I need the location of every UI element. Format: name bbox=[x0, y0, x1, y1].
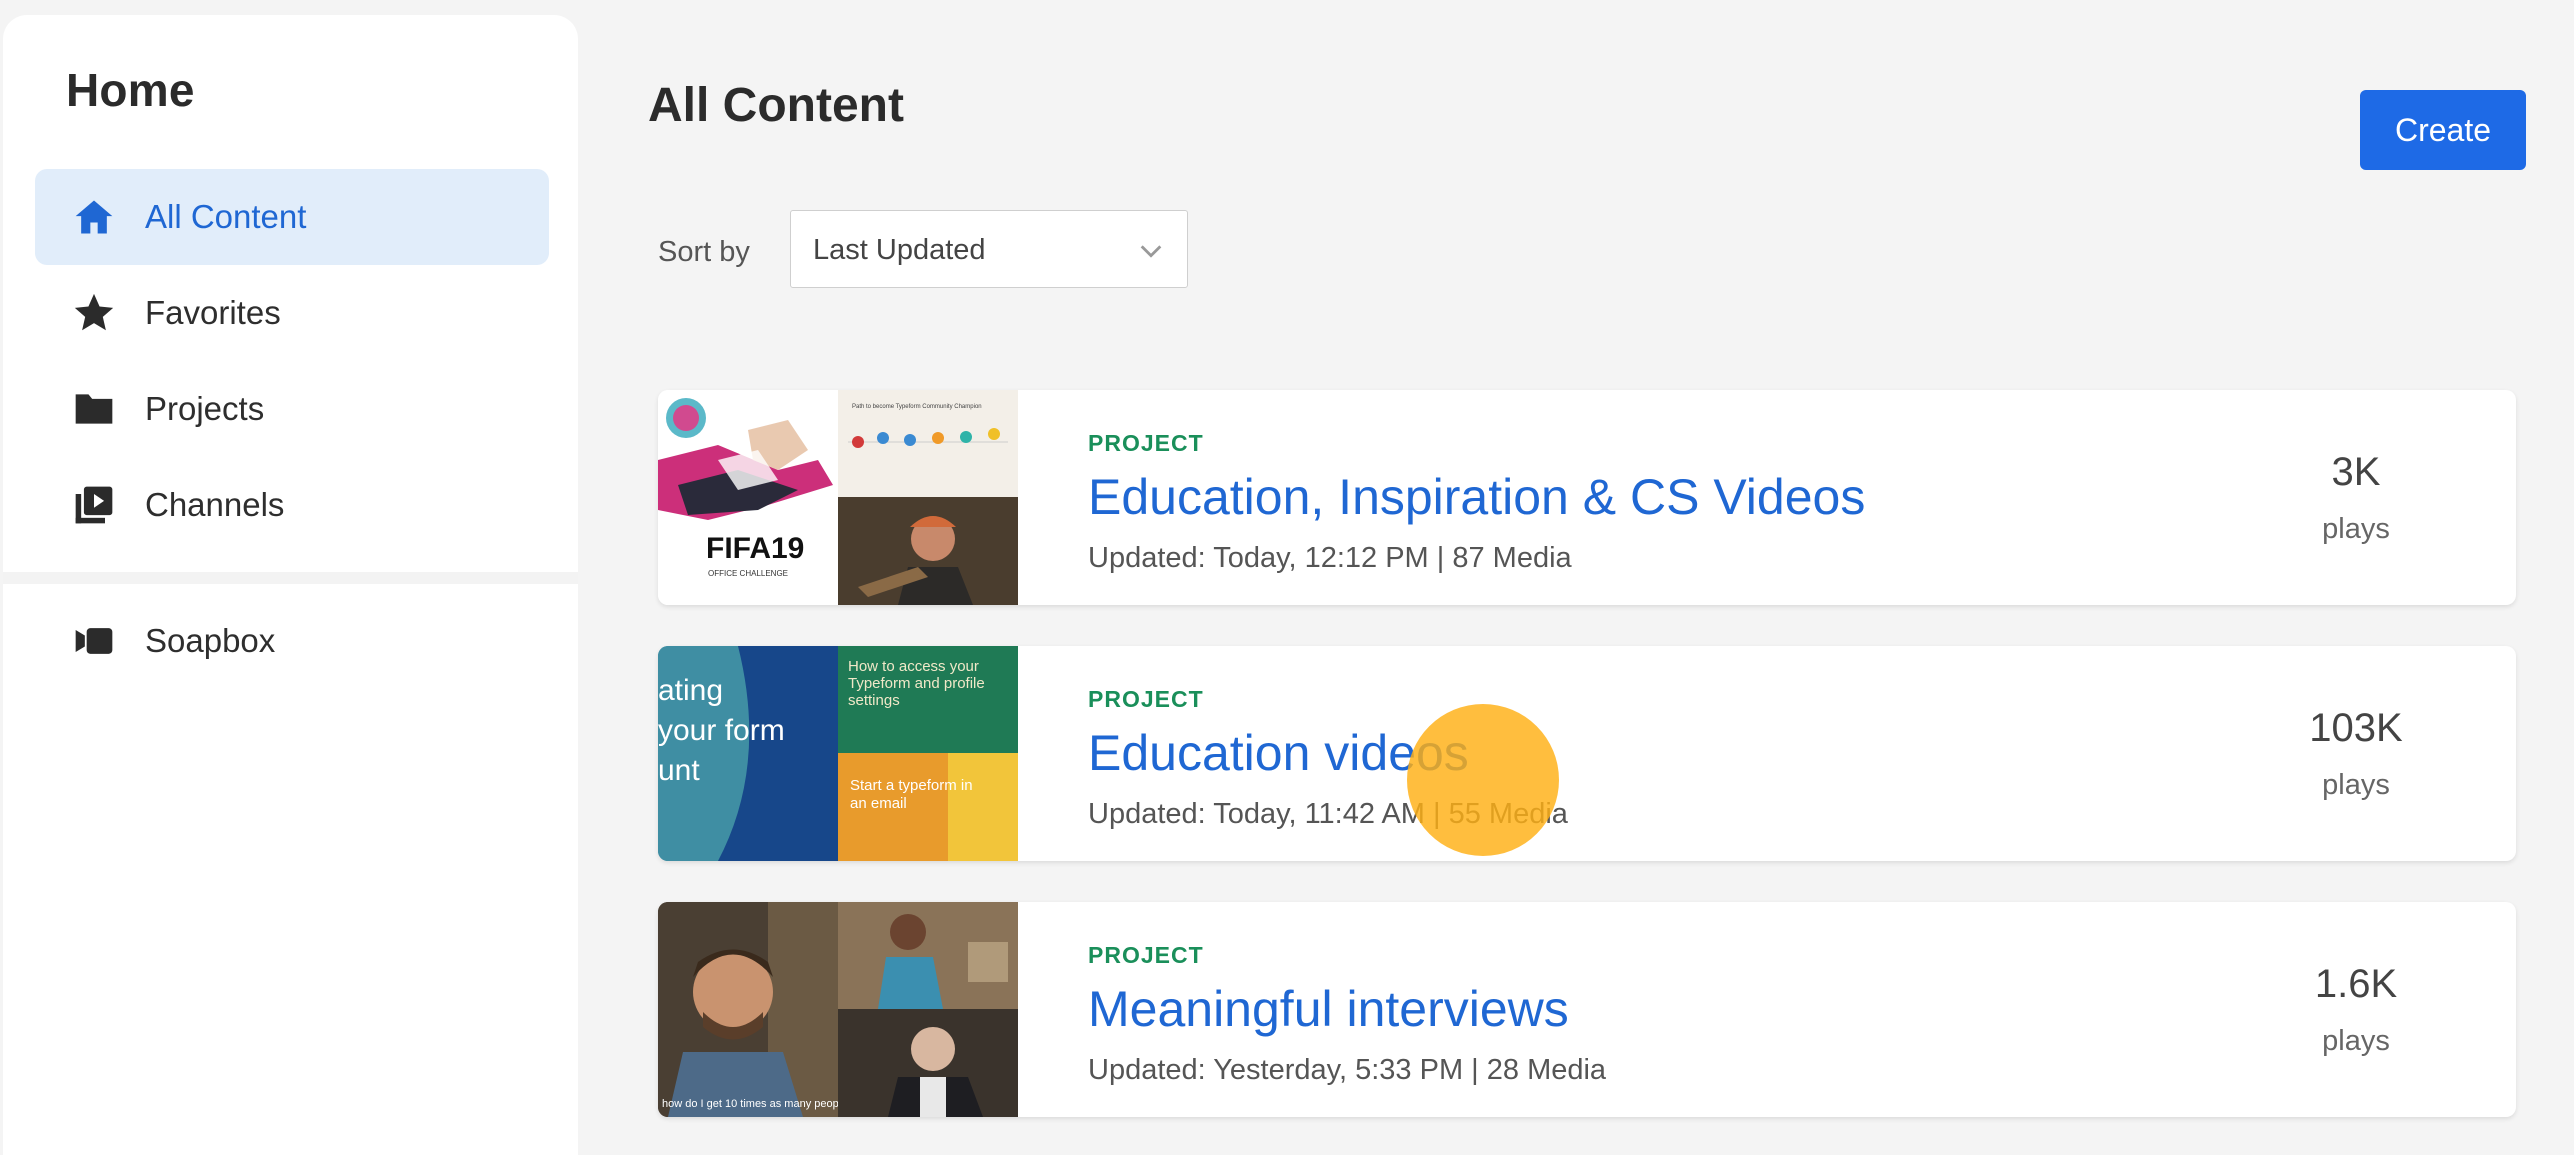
sidebar-item-all-content[interactable]: All Content bbox=[35, 169, 549, 265]
folder-icon bbox=[70, 385, 118, 433]
card-meta: Updated: Today, 11:42 AM | 55 Media bbox=[1088, 798, 1568, 830]
plays-count: 103K bbox=[2309, 706, 2403, 750]
sidebar-item-favorites[interactable]: Favorites bbox=[35, 265, 549, 361]
sidebar-item-projects[interactable]: Projects bbox=[35, 361, 549, 457]
soapbox-icon bbox=[70, 617, 118, 665]
thumb-fifa-text: FIFA19 bbox=[706, 532, 804, 565]
create-button[interactable]: Create bbox=[2360, 90, 2526, 170]
card-type-tag: PROJECT bbox=[1088, 430, 1204, 456]
sidebar-item-label: Channels bbox=[145, 486, 285, 523]
thumb-office-text: OFFICE CHALLENGE bbox=[708, 569, 788, 578]
sidebar-item-label: Favorites bbox=[145, 294, 281, 331]
sort-label: Sort by bbox=[658, 236, 750, 268]
page-title: All Content bbox=[648, 79, 904, 132]
thumb-left-text: ating your form unt bbox=[658, 674, 785, 787]
project-card[interactable]: ating your form unt How to access your T… bbox=[658, 646, 2516, 861]
sidebar-divider bbox=[3, 572, 578, 584]
sidebar: Home All Content Favorites Projects Chan… bbox=[3, 15, 578, 1155]
chevron-down-icon bbox=[1137, 237, 1165, 265]
plays-count: 1.6K bbox=[2314, 962, 2398, 1006]
sort-select-value: Last Updated bbox=[813, 234, 986, 266]
plays-count: 3K bbox=[2331, 450, 2381, 494]
project-card[interactable]: how do I get 10 times as many people PRO… bbox=[658, 902, 2516, 1117]
thumb-subtitle-text: how do I get 10 times as many people bbox=[662, 1098, 838, 1110]
sidebar-item-soapbox[interactable]: Soapbox bbox=[35, 593, 549, 689]
card-meta: Updated: Yesterday, 5:33 PM | 28 Media bbox=[1088, 1054, 1607, 1086]
card-title-link[interactable]: Education, Inspiration & CS Videos bbox=[1088, 468, 1865, 526]
thumb-path-text: Path to become Typeform Community Champi… bbox=[852, 404, 982, 410]
card-type-tag: PROJECT bbox=[1088, 686, 1204, 712]
sidebar-item-label: Projects bbox=[145, 390, 265, 427]
sidebar-item-label: Soapbox bbox=[145, 622, 276, 659]
star-icon bbox=[70, 289, 118, 337]
card-title-link[interactable]: Education videos bbox=[1088, 724, 1469, 782]
project-thumbnail: FIFA19 OFFICE CHALLENGE Path to become T… bbox=[658, 390, 1018, 605]
card-meta: Updated: Today, 12:12 PM | 87 Media bbox=[1088, 542, 1572, 574]
project-thumbnail: ating your form unt How to access your T… bbox=[658, 646, 1018, 861]
card-type-tag: PROJECT bbox=[1088, 942, 1204, 968]
sidebar-title: Home bbox=[66, 64, 195, 116]
project-card[interactable]: FIFA19 OFFICE CHALLENGE Path to become T… bbox=[658, 390, 2516, 605]
sidebar-item-channels[interactable]: Channels bbox=[35, 457, 549, 553]
plays-label: plays bbox=[2322, 513, 2390, 545]
sidebar-item-label: All Content bbox=[145, 198, 307, 235]
card-title-link[interactable]: Meaningful interviews bbox=[1088, 980, 1569, 1038]
channels-icon bbox=[70, 481, 118, 529]
project-thumbnail: how do I get 10 times as many people bbox=[658, 902, 1018, 1117]
thumb-settings-text: How to access your Typeform and profile … bbox=[848, 658, 985, 709]
thumb-email-text: Start a typeform in an email bbox=[850, 777, 973, 812]
plays-label: plays bbox=[2322, 1025, 2390, 1057]
sort-select[interactable]: Last Updated bbox=[790, 210, 1188, 288]
plays-label: plays bbox=[2322, 769, 2390, 801]
home-icon bbox=[70, 193, 118, 241]
